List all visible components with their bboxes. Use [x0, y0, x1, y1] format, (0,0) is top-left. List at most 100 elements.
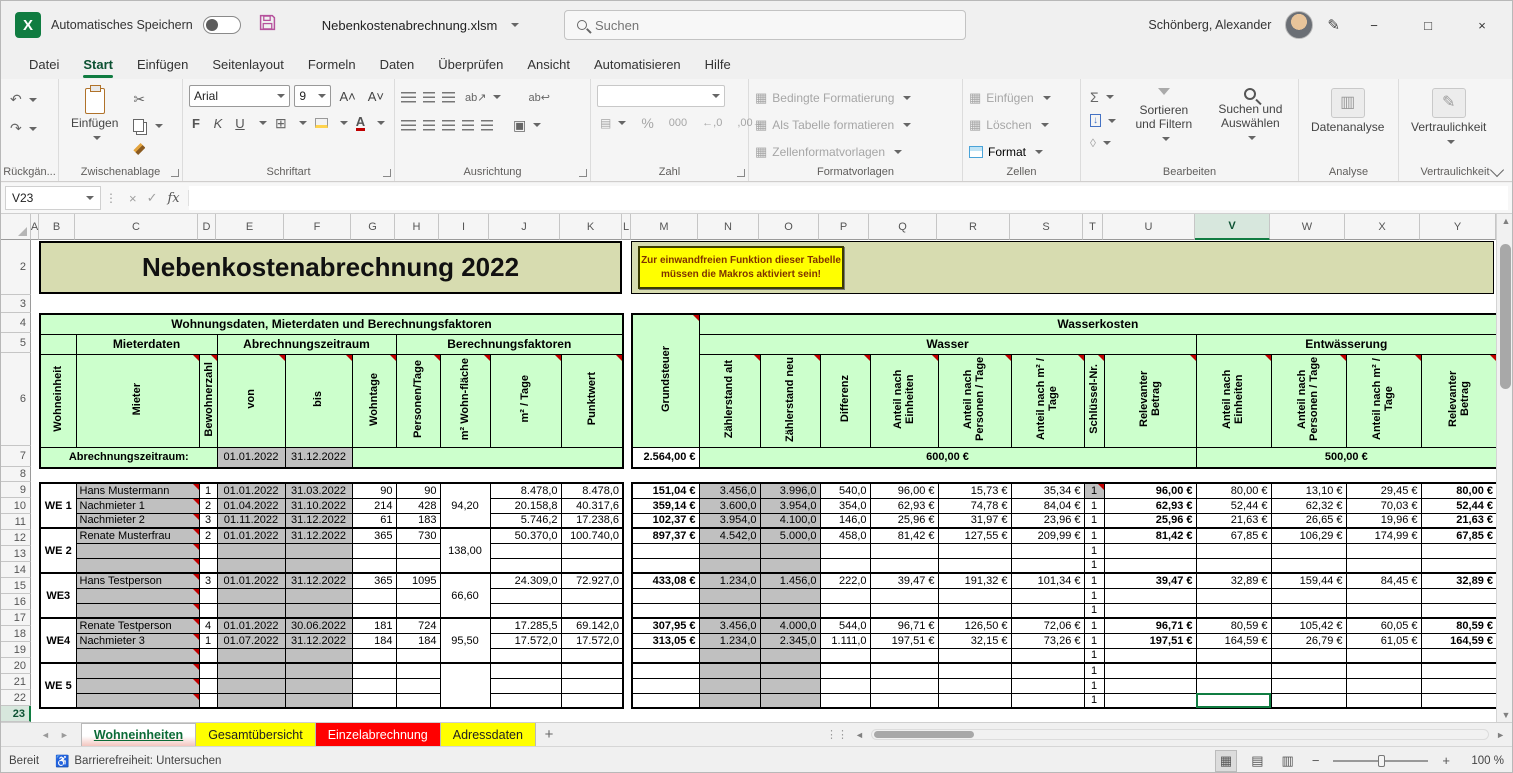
column-header-W[interactable]: W: [1270, 214, 1345, 240]
cell-W23[interactable]: [1271, 693, 1346, 708]
column-header-U[interactable]: U: [1103, 214, 1195, 240]
cell-Q11[interactable]: 25,96 €: [870, 513, 938, 528]
row-header-15[interactable]: 15: [1, 578, 31, 594]
cell-G20[interactable]: [352, 648, 396, 663]
search-box[interactable]: [564, 10, 966, 40]
cell-W19[interactable]: 26,79 €: [1271, 633, 1346, 648]
cell-H15[interactable]: 1095: [396, 573, 440, 588]
zoom-slider[interactable]: [1333, 760, 1428, 762]
cell-S11[interactable]: 23,96 €: [1011, 513, 1084, 528]
cell-X15[interactable]: 84,45 €: [1346, 573, 1421, 588]
cell-C23[interactable]: [76, 693, 199, 708]
cell-H9[interactable]: 90: [396, 483, 440, 498]
cell-N21[interactable]: [699, 663, 760, 678]
cell-J11[interactable]: 5.746,2: [490, 513, 561, 528]
column-header-I[interactable]: I: [439, 214, 489, 240]
row-header-7[interactable]: 7: [1, 446, 31, 467]
pen-icon[interactable]: ✎: [1327, 16, 1340, 34]
cell-V23[interactable]: [1196, 693, 1271, 708]
row-header-4[interactable]: 4: [1, 313, 31, 333]
row-header-23[interactable]: 23: [1, 706, 31, 722]
cell-D15[interactable]: 3: [199, 573, 217, 588]
cell-Y21[interactable]: [1421, 663, 1496, 678]
cell-K10[interactable]: 40.317,6: [561, 498, 623, 513]
redo-button[interactable]: ↷: [7, 118, 40, 139]
cell-D9[interactable]: 1: [199, 483, 217, 498]
menu-tab-einfügen[interactable]: Einfügen: [125, 52, 200, 79]
cell-X16[interactable]: [1346, 588, 1421, 603]
decrease-font-button[interactable]: A˅: [364, 89, 388, 104]
cell-P13[interactable]: [820, 543, 870, 558]
cell-C10[interactable]: Nachmieter 1: [76, 498, 199, 513]
sheet-tab-einzelabrechnung[interactable]: Einzelabrechnung: [316, 723, 441, 746]
cell-B18[interactable]: WE4: [40, 618, 76, 663]
cell-V16[interactable]: [1196, 588, 1271, 603]
cell-K18[interactable]: 69.142,0: [561, 618, 623, 633]
cell-S22[interactable]: [1011, 678, 1084, 693]
column-header-M[interactable]: M: [631, 214, 698, 240]
cell-G13[interactable]: [352, 543, 396, 558]
cell-J12[interactable]: 50.370,0: [490, 528, 561, 543]
clipboard-dialog-launcher[interactable]: [171, 169, 179, 177]
cell-W12[interactable]: 106,29 €: [1271, 528, 1346, 543]
menu-tab-daten[interactable]: Daten: [368, 52, 427, 79]
cell-P18[interactable]: 544,0: [820, 618, 870, 633]
cell-Q15[interactable]: 39,47 €: [870, 573, 938, 588]
menu-tab-formeln[interactable]: Formeln: [296, 52, 368, 79]
cell-V20[interactable]: [1196, 648, 1271, 663]
cell-H21[interactable]: [396, 663, 440, 678]
cell-X9[interactable]: 29,45 €: [1346, 483, 1421, 498]
cell-X17[interactable]: [1346, 603, 1421, 618]
cell-G19[interactable]: 184: [352, 633, 396, 648]
cell-C15[interactable]: Hans Testperson: [76, 573, 199, 588]
cell-X19[interactable]: 61,05 €: [1346, 633, 1421, 648]
cell-H17[interactable]: [396, 603, 440, 618]
italic-button[interactable]: K: [211, 116, 225, 131]
cell-J19[interactable]: 17.572,0: [490, 633, 561, 648]
clear-button[interactable]: ◊: [1087, 134, 1119, 152]
cell-W15[interactable]: 159,44 €: [1271, 573, 1346, 588]
column-header-L[interactable]: L: [622, 214, 631, 240]
column-header-T[interactable]: T: [1083, 214, 1103, 240]
cell-R23[interactable]: [938, 693, 1011, 708]
cell-C17[interactable]: [76, 603, 199, 618]
cell-D12[interactable]: 2: [199, 528, 217, 543]
cell-M14[interactable]: [632, 558, 699, 573]
cell-J14[interactable]: [490, 558, 561, 573]
cell-T18[interactable]: 1: [1084, 618, 1104, 633]
cell-M9[interactable]: 151,04 €: [632, 483, 699, 498]
cell-T15[interactable]: 1: [1084, 573, 1104, 588]
number-dialog-launcher[interactable]: [737, 169, 745, 177]
align-center-button[interactable]: [423, 120, 435, 131]
cell-J10[interactable]: 20.158,8: [490, 498, 561, 513]
alignment-dialog-launcher[interactable]: [579, 169, 587, 177]
cell-C11[interactable]: Nachmieter 2: [76, 513, 199, 528]
cell-Q19[interactable]: 197,51 €: [870, 633, 938, 648]
cell-U13[interactable]: [1104, 543, 1196, 558]
cell-O12[interactable]: 5.000,0: [760, 528, 820, 543]
row-header-18[interactable]: 18: [1, 626, 31, 642]
cell-I15[interactable]: 66,60: [440, 573, 490, 618]
column-header-G[interactable]: G: [351, 214, 395, 240]
cell-U12[interactable]: 81,42 €: [1104, 528, 1196, 543]
cell-O9[interactable]: 3.996,0: [760, 483, 820, 498]
cell-P16[interactable]: [820, 588, 870, 603]
fill-button[interactable]: ↓: [1087, 112, 1119, 129]
cell-P9[interactable]: 540,0: [820, 483, 870, 498]
cell-D22[interactable]: [199, 678, 217, 693]
cell-M11[interactable]: 102,37 €: [632, 513, 699, 528]
cell-G22[interactable]: [352, 678, 396, 693]
cell-C13[interactable]: [76, 543, 199, 558]
cell-N19[interactable]: 1.234,0: [699, 633, 760, 648]
cell-G14[interactable]: [352, 558, 396, 573]
autosum-button[interactable]: Σ: [1087, 87, 1119, 107]
cell-S16[interactable]: [1011, 588, 1084, 603]
format-as-table-button[interactable]: ▦Als Tabelle formatieren: [755, 114, 911, 135]
zoom-level[interactable]: 100 %: [1464, 755, 1504, 767]
cell-P19[interactable]: 1.111,0: [820, 633, 870, 648]
cell-K9[interactable]: 8.478,0: [561, 483, 623, 498]
cell-S9[interactable]: 35,34 €: [1011, 483, 1084, 498]
view-page-layout-button[interactable]: ▤: [1247, 751, 1267, 771]
cell-E19[interactable]: 01.07.2022: [217, 633, 285, 648]
cell-X22[interactable]: [1346, 678, 1421, 693]
